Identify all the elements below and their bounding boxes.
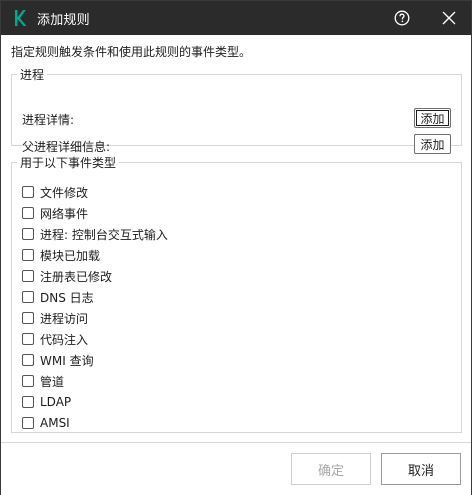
event-type-console-interactive-input[interactable]: 进程: 控制台交互式输入	[22, 225, 168, 243]
event-type-label: DNS 日志	[40, 290, 94, 305]
checkbox[interactable]	[22, 186, 34, 198]
event-type-label: 注册表已修改	[40, 269, 113, 284]
parent-process-details-label: 父进程详细信息:	[22, 140, 111, 154]
event-type-registry-modified[interactable]: 注册表已修改	[22, 267, 112, 285]
event-type-wmi-query[interactable]: WMI 查询	[22, 351, 94, 369]
title-bar: 添加规则	[1, 1, 471, 35]
add-parent-process-details-button[interactable]: 添加	[414, 134, 451, 154]
process-group-legend: 进程	[20, 68, 45, 82]
checkbox[interactable]	[22, 396, 34, 408]
event-type-label: 进程访问	[40, 311, 89, 326]
checkbox[interactable]	[22, 312, 34, 324]
cancel-button[interactable]: 取消	[381, 453, 461, 485]
checkbox[interactable]	[22, 291, 34, 303]
event-type-label: 文件修改	[40, 185, 89, 200]
checkbox[interactable]	[22, 270, 34, 282]
dialog-footer: 确定 取消	[1, 442, 471, 495]
event-type-label: WMI 查询	[40, 353, 94, 368]
ok-button[interactable]: 确定	[291, 453, 371, 485]
event-type-label: 模块已加载	[40, 248, 101, 263]
event-type-file-modification[interactable]: 文件修改	[22, 183, 88, 201]
event-types-group: 用于以下事件类型 文件修改 网络事件 进程: 控制台交互式输入 模块已加载 注册…	[11, 154, 462, 433]
event-type-module-loaded[interactable]: 模块已加载	[22, 246, 100, 264]
event-type-network-event[interactable]: 网络事件	[22, 204, 88, 222]
close-icon[interactable]	[441, 10, 457, 26]
process-details-label: 进程详情:	[22, 113, 75, 127]
event-type-dns-log[interactable]: DNS 日志	[22, 288, 94, 306]
event-type-label: 进程: 控制台交互式输入	[40, 227, 168, 242]
rule-description: 指定规则触发条件和使用此规则的事件类型。	[11, 45, 252, 59]
event-type-label: 代码注入	[40, 332, 89, 347]
event-type-label: LDAP	[40, 395, 72, 409]
event-type-label: AMSI	[40, 416, 70, 430]
checkbox[interactable]	[22, 375, 34, 387]
checkbox[interactable]	[22, 354, 34, 366]
add-rule-dialog: 添加规则 指定规则触发条件和使用此规则的事件类型。 进程 进程详情: 添加 父进…	[0, 0, 472, 495]
event-type-ldap[interactable]: LDAP	[22, 393, 71, 411]
checkbox[interactable]	[22, 417, 34, 429]
process-group: 进程 进程详情: 添加 父进程详细信息: 添加	[11, 66, 462, 154]
kaspersky-logo-icon	[15, 10, 27, 26]
event-type-code-injection[interactable]: 代码注入	[22, 330, 88, 348]
checkbox[interactable]	[22, 333, 34, 345]
add-process-details-button[interactable]: 添加	[414, 108, 451, 128]
event-type-label: 网络事件	[40, 206, 89, 221]
event-type-process-access[interactable]: 进程访问	[22, 309, 88, 327]
event-type-pipe[interactable]: 管道	[22, 372, 64, 390]
checkbox[interactable]	[22, 207, 34, 219]
dialog-title: 添加规则	[37, 13, 90, 28]
event-type-label: 管道	[40, 374, 65, 389]
checkbox[interactable]	[22, 228, 34, 240]
help-icon[interactable]	[394, 10, 410, 26]
checkbox[interactable]	[22, 249, 34, 261]
event-types-legend: 用于以下事件类型	[20, 156, 117, 170]
event-type-amsi[interactable]: AMSI	[22, 414, 70, 432]
